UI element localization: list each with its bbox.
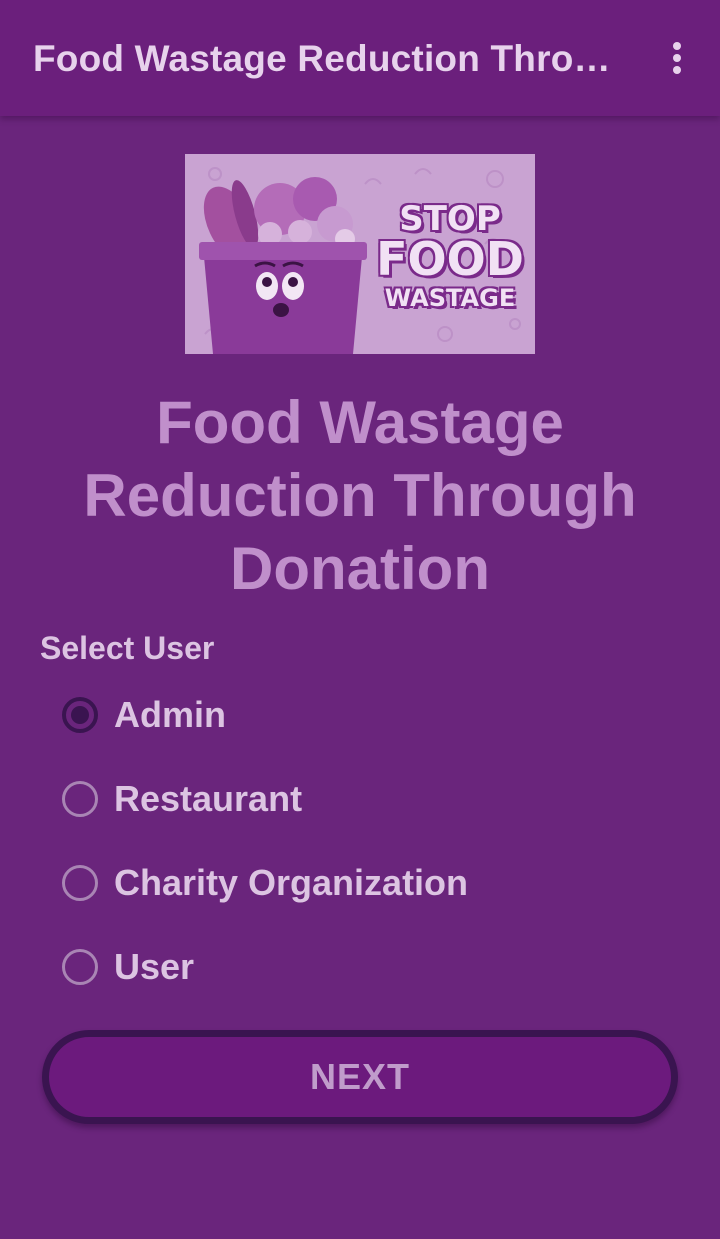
radio-button[interactable] [62, 865, 98, 901]
radio-option-user[interactable]: User [62, 942, 194, 992]
radio-label: Admin [114, 694, 226, 735]
radio-label: Restaurant [114, 778, 303, 819]
stop-food-wastage-banner: STOP FOOD WASTAGE [185, 154, 535, 354]
radio-label: Charity Organization [114, 862, 469, 903]
toolbar-title: Food Wastage Reduction Throu… [33, 38, 633, 79]
next-button-label: NEXT [309, 1056, 410, 1097]
banner-line2: FOOD [376, 232, 524, 286]
overflow-dot [673, 66, 681, 74]
app-toolbar: Food Wastage Reduction Throu… [0, 0, 720, 116]
banner-logo-text: STOP FOOD WASTAGE [370, 202, 530, 310]
banner-line3: WASTAGE [384, 284, 516, 312]
select-user-label: Select User [40, 630, 215, 666]
overflow-dot [673, 42, 681, 50]
radio-button-checked[interactable] [62, 697, 98, 733]
page-title: Food Wastage Reduction Through Donation [83, 389, 637, 602]
app-screen: Food Wastage Reduction Throu… STOP FOOD … [0, 0, 720, 1239]
more-vert-icon[interactable] [655, 36, 699, 80]
radio-option-restaurant[interactable]: Restaurant [62, 774, 302, 824]
banner-line1: STOP [399, 199, 501, 239]
radio-label: User [114, 946, 195, 987]
radio-button[interactable] [62, 949, 98, 985]
radio-button[interactable] [62, 781, 98, 817]
overflow-dot [673, 54, 681, 62]
next-button[interactable]: NEXT [42, 1030, 678, 1124]
radio-option-admin[interactable]: Admin [62, 690, 226, 740]
radio-option-charity-organization[interactable]: Charity Organization [62, 858, 468, 908]
